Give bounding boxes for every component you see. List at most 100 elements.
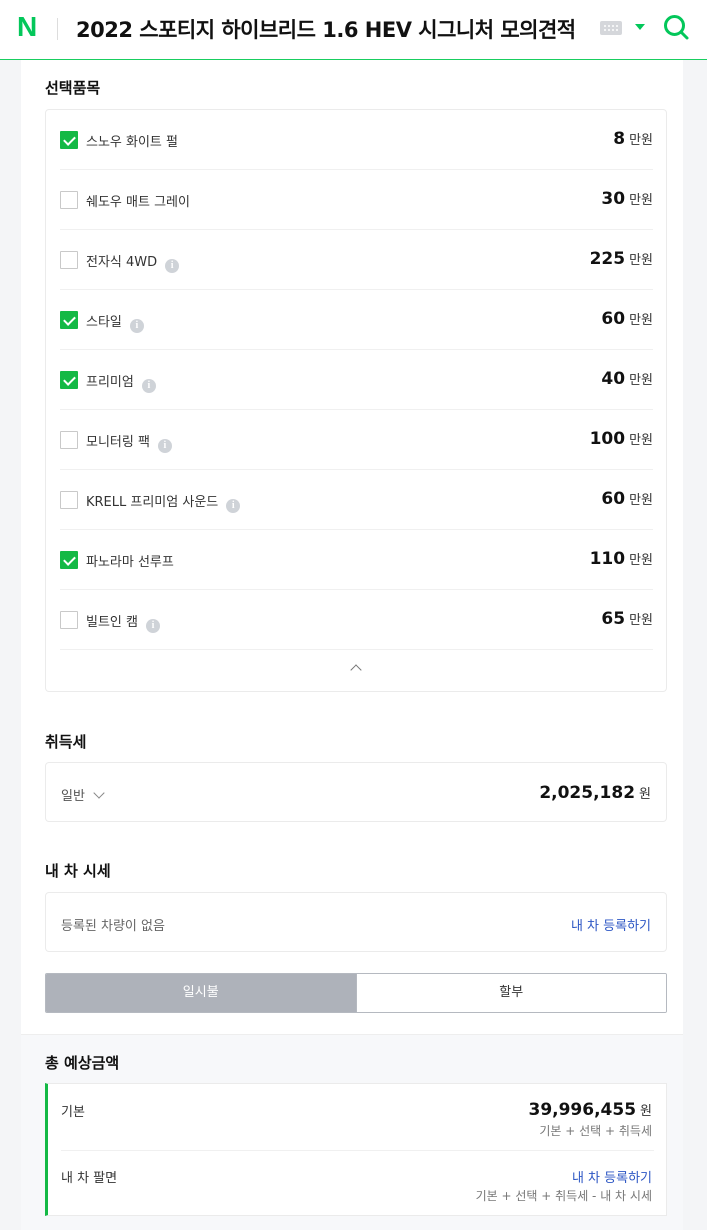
option-row[interactable]: 스타일 i 60 만원 bbox=[60, 290, 653, 350]
my-car-card: 등록된 차량이 없음 내 차 등록하기 bbox=[45, 892, 667, 952]
base-formula: 기본 + 선택 + 취득세 bbox=[539, 1124, 652, 1138]
option-price: 110 만원 bbox=[590, 549, 653, 569]
option-checkbox[interactable] bbox=[60, 131, 78, 149]
option-label[interactable]: 프리미엄 i bbox=[86, 371, 156, 393]
tax-amount-value: 2,025,182 bbox=[539, 783, 636, 803]
option-price-value: 40 bbox=[601, 369, 626, 389]
top-header: N 2022 스포티지 하이브리드 1.6 HEV 시그니처 모의견적 bbox=[0, 0, 707, 60]
option-checkbox[interactable] bbox=[60, 191, 78, 209]
no-car-text: 등록된 차량이 없음 bbox=[61, 919, 165, 934]
search-icon[interactable] bbox=[662, 13, 690, 41]
total-section-title: 총 예상금액 bbox=[45, 1054, 120, 1072]
option-price-value: 110 bbox=[589, 549, 626, 569]
my-car-section-title: 내 차 시세 bbox=[45, 862, 111, 880]
option-label-text: 프리미엄 bbox=[86, 375, 134, 390]
option-checkbox[interactable] bbox=[60, 491, 78, 509]
option-row[interactable]: 파노라마 선루프 110 만원 bbox=[60, 530, 653, 590]
option-price-unit: 만원 bbox=[629, 613, 653, 628]
option-price-value: 65 bbox=[601, 609, 626, 629]
option-label[interactable]: 전자식 4WD i bbox=[86, 251, 180, 273]
tab-installment[interactable]: 할부 bbox=[355, 974, 666, 1012]
option-price: 60 만원 bbox=[601, 309, 653, 329]
tax-section-title: 취득세 bbox=[45, 733, 87, 751]
option-checkbox[interactable] bbox=[60, 431, 78, 449]
option-price-value: 60 bbox=[601, 309, 626, 329]
tab-lump-sum[interactable]: 일시불 bbox=[46, 974, 356, 1012]
option-checkbox[interactable] bbox=[60, 611, 78, 629]
tax-card: 일반 2,025,182 원 bbox=[45, 762, 667, 822]
option-checkbox[interactable] bbox=[60, 251, 78, 269]
tax-amount: 2,025,182 원 bbox=[539, 783, 651, 803]
base-amount-unit: 원 bbox=[640, 1104, 652, 1119]
option-price-value: 100 bbox=[589, 429, 626, 449]
option-row[interactable]: 빌트인 캠 i 65 만원 bbox=[60, 590, 653, 650]
option-price: 60 만원 bbox=[601, 489, 653, 509]
option-price: 100 만원 bbox=[590, 429, 653, 449]
option-label-text: 스타일 bbox=[86, 315, 122, 330]
option-row[interactable]: 스노우 화이트 펄 8 만원 bbox=[60, 110, 653, 170]
option-label-text: 파노라마 선루프 bbox=[86, 555, 174, 570]
option-label[interactable]: 모니터링 팩 i bbox=[86, 431, 172, 453]
caret-down-icon[interactable] bbox=[635, 24, 645, 30]
option-price-value: 225 bbox=[589, 249, 626, 269]
option-price-unit: 만원 bbox=[629, 433, 653, 448]
option-price: 30 만원 bbox=[601, 189, 653, 209]
option-label[interactable]: 파노라마 선루프 bbox=[86, 551, 174, 570]
tax-type-select[interactable]: 일반 bbox=[61, 785, 105, 804]
option-price-value: 60 bbox=[601, 489, 626, 509]
option-row[interactable]: 모니터링 팩 i 100 만원 bbox=[60, 410, 653, 470]
option-label-text: 스노우 화이트 펄 bbox=[86, 135, 178, 150]
option-row[interactable]: 쉐도우 매트 그레이 30 만원 bbox=[60, 170, 653, 230]
keyboard-icon[interactable] bbox=[600, 21, 622, 35]
option-label[interactable]: 스타일 i bbox=[86, 311, 144, 333]
chevron-up-icon[interactable] bbox=[350, 664, 362, 676]
option-price-unit: 만원 bbox=[629, 553, 653, 568]
options-section-title: 선택품목 bbox=[45, 79, 101, 97]
naver-logo[interactable]: N bbox=[17, 13, 45, 41]
option-label-text: KRELL 프리미엄 사운드 bbox=[86, 495, 219, 510]
option-price: 40 만원 bbox=[601, 369, 653, 389]
option-label-text: 빌트인 캠 bbox=[86, 615, 138, 630]
info-icon[interactable]: i bbox=[129, 319, 144, 333]
option-label[interactable]: 스노우 화이트 펄 bbox=[86, 131, 178, 150]
option-label-text: 쉐도우 매트 그레이 bbox=[86, 195, 190, 210]
option-label-text: 전자식 4WD bbox=[86, 255, 158, 270]
option-price-unit: 만원 bbox=[629, 373, 653, 388]
option-row[interactable]: 전자식 4WD i 225 만원 bbox=[60, 230, 653, 290]
option-label[interactable]: 빌트인 캠 i bbox=[86, 611, 160, 633]
option-checkbox[interactable] bbox=[60, 311, 78, 329]
option-label[interactable]: KRELL 프리미엄 사운드 i bbox=[86, 491, 241, 513]
option-label[interactable]: 쉐도우 매트 그레이 bbox=[86, 191, 190, 210]
trade-label: 내 차 팔면 bbox=[61, 1171, 118, 1186]
page-title: 2022 스포티지 하이브리드 1.6 HEV 시그니처 모의견적 bbox=[76, 18, 576, 42]
base-label: 기본 bbox=[61, 1105, 85, 1120]
info-icon[interactable]: i bbox=[226, 499, 241, 513]
option-price: 65 만원 bbox=[601, 609, 653, 629]
info-icon[interactable]: i bbox=[141, 379, 156, 393]
tax-amount-unit: 원 bbox=[639, 787, 651, 802]
option-price-unit: 만원 bbox=[629, 493, 653, 508]
option-checkbox[interactable] bbox=[60, 371, 78, 389]
option-price-value: 30 bbox=[601, 189, 626, 209]
option-price-value: 8 bbox=[613, 129, 626, 149]
total-card: 기본 39,996,455 원 기본 + 선택 + 취득세 내 차 팔면 내 차 … bbox=[45, 1083, 667, 1216]
info-icon[interactable]: i bbox=[165, 259, 180, 273]
register-car-link[interactable]: 내 차 등록하기 bbox=[571, 915, 651, 934]
info-icon[interactable]: i bbox=[145, 619, 160, 633]
base-amount-value: 39,996,455 bbox=[528, 1100, 637, 1120]
header-divider bbox=[57, 18, 58, 40]
option-price-unit: 만원 bbox=[629, 313, 653, 328]
base-amount: 39,996,455 원 bbox=[528, 1100, 652, 1120]
option-row[interactable]: KRELL 프리미엄 사운드 i 60 만원 bbox=[60, 470, 653, 530]
chevron-down-icon bbox=[93, 787, 105, 799]
option-price: 225 만원 bbox=[590, 249, 653, 269]
trade-formula: 기본 + 선택 + 취득세 - 내 차 시세 bbox=[475, 1189, 652, 1203]
info-icon[interactable]: i bbox=[157, 439, 172, 453]
trade-register-link[interactable]: 내 차 등록하기 bbox=[572, 1167, 652, 1186]
payment-toggle: 일시불 할부 bbox=[45, 973, 667, 1013]
option-checkbox[interactable] bbox=[60, 551, 78, 569]
option-price-unit: 만원 bbox=[629, 133, 653, 148]
total-divider bbox=[61, 1150, 654, 1151]
option-price-unit: 만원 bbox=[629, 193, 653, 208]
option-row[interactable]: 프리미엄 i 40 만원 bbox=[60, 350, 653, 410]
